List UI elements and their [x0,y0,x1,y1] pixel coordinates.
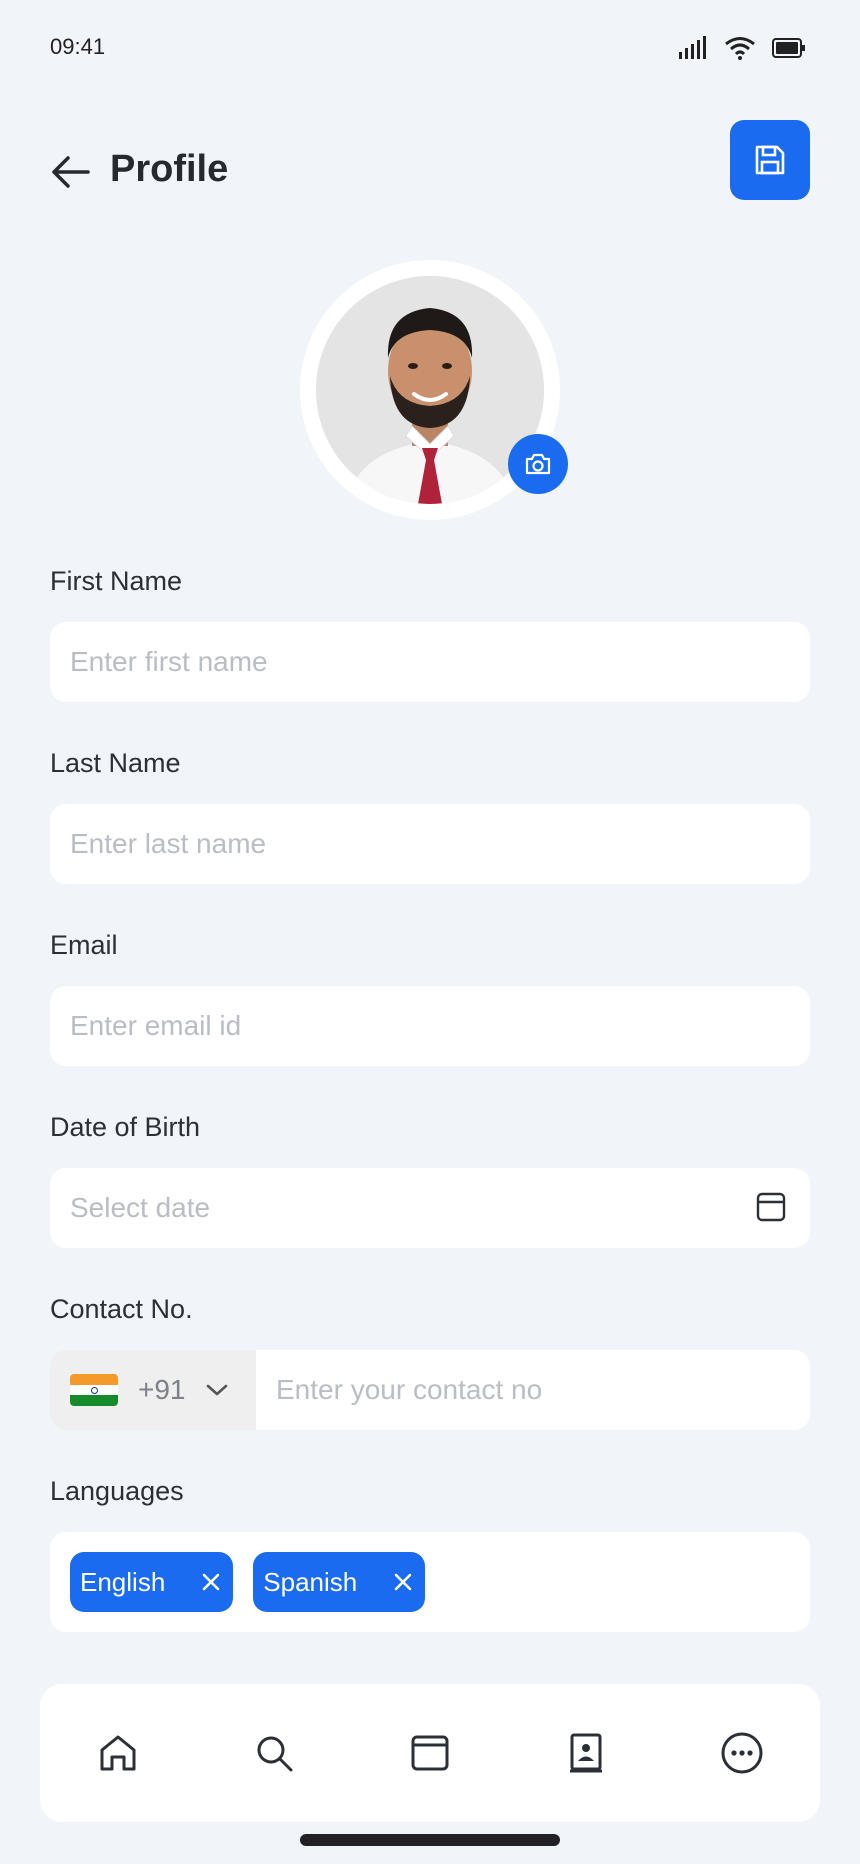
calendar-icon[interactable] [754,1190,788,1224]
first-name-label: First Name [50,566,183,596]
language-chip-label: English [80,1566,166,1597]
language-chip: English [70,1552,234,1612]
change-photo-button[interactable] [508,434,568,494]
close-icon [394,1573,412,1591]
floppy-disk-icon [755,145,785,175]
battery-icon [772,38,805,58]
nav-contacts[interactable] [556,1723,616,1783]
email-input[interactable] [50,986,810,1066]
last-name-field-container [50,804,810,884]
home-indicator [300,1834,560,1846]
first-name-input[interactable] [50,622,810,702]
contact-input[interactable] [256,1350,810,1430]
remove-language-button[interactable] [201,1572,221,1592]
arrow-left-icon [52,156,90,188]
close-icon [202,1573,220,1591]
save-button[interactable] [730,120,810,200]
page-title: Profile [110,148,229,190]
contact-field-container: +91 [50,1350,810,1430]
email-label: Email [50,930,118,960]
camera-icon [525,453,551,475]
nav-search[interactable] [244,1723,304,1783]
wifi-icon [725,37,755,60]
remove-language-button[interactable] [393,1572,413,1592]
contact-label: Contact No. [50,1294,193,1324]
status-icons [678,36,806,60]
signal-icon [679,36,706,59]
contact-input-wrapper [256,1350,810,1430]
nav-home[interactable] [88,1723,148,1783]
browser-icon [411,1735,449,1771]
nav-browser[interactable] [400,1723,460,1783]
country-code-select[interactable]: +91 [50,1350,256,1430]
search-icon [257,1736,293,1772]
first-name-field-container [50,622,810,702]
email-field-container [50,986,810,1066]
home-icon [100,1735,136,1771]
chevron-down-icon [206,1384,227,1396]
languages-label: Languages [50,1476,184,1506]
bottom-nav [40,1684,820,1822]
nav-more[interactable] [712,1723,772,1783]
languages-box[interactable]: English Spanish [50,1532,810,1632]
language-chip: Spanish [253,1552,426,1612]
dob-placeholder: Select date [70,1192,211,1223]
contacts-book-icon [570,1733,602,1773]
dob-picker[interactable]: Select date [50,1168,810,1248]
dob-label: Date of Birth [50,1112,201,1142]
dial-code: +91 [138,1374,186,1405]
india-flag-icon [70,1374,118,1406]
language-chip-label: Spanish [263,1566,358,1597]
status-time: 09:41 [50,34,106,59]
more-icon [721,1732,763,1774]
last-name-input[interactable] [50,804,810,884]
last-name-label: Last Name [50,748,181,778]
back-button[interactable] [48,150,92,194]
